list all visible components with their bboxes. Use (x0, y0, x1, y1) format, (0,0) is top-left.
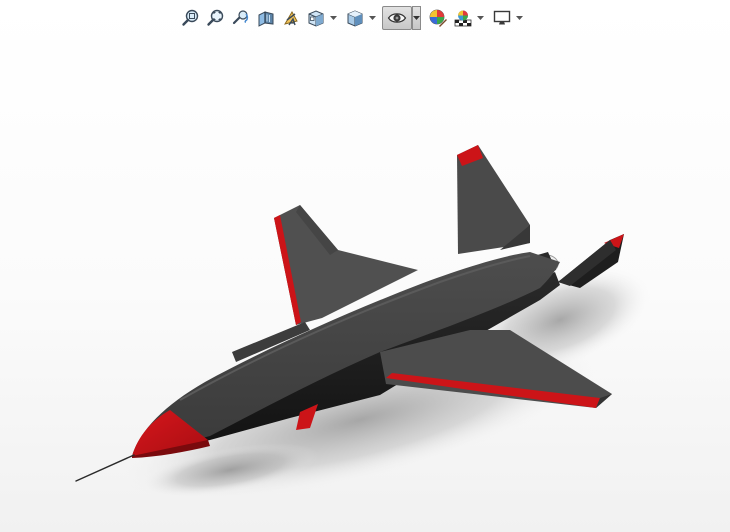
dynamic-annotation-icon (281, 8, 301, 28)
view-orientation-icon (306, 8, 326, 28)
graphics-area[interactable] (0, 36, 730, 532)
section-view-icon (256, 8, 276, 28)
view-orientation-dropdown[interactable] (329, 6, 338, 30)
edit-appearance-icon (428, 8, 448, 28)
display-style-button[interactable] (343, 6, 367, 30)
aircraft-model[interactable] (0, 36, 730, 532)
zoom-to-area-button[interactable] (204, 6, 228, 30)
chevron-down-icon (330, 15, 337, 20)
monitor-icon (492, 8, 512, 28)
display-style-icon (345, 8, 365, 28)
view-settings-dropdown[interactable] (515, 6, 524, 30)
chevron-down-icon (477, 15, 484, 20)
previous-view-button[interactable] (229, 6, 253, 30)
zoom-to-fit-button[interactable] (179, 6, 203, 30)
view-orientation-button[interactable] (304, 6, 328, 30)
hide-show-items-icon (387, 8, 407, 28)
apply-scene-icon (453, 8, 473, 28)
zoom-to-fit-icon (181, 8, 201, 28)
chevron-down-icon (413, 15, 420, 20)
vertical-fin-left (457, 145, 530, 254)
display-style-dropdown[interactable] (368, 6, 377, 30)
previous-view-icon (231, 8, 251, 28)
section-view-button[interactable] (254, 6, 278, 30)
heads-up-view-toolbar (179, 5, 529, 31)
zoom-to-area-icon (206, 8, 226, 28)
edit-appearance-button[interactable] (426, 6, 450, 30)
hide-show-items-button[interactable] (382, 6, 412, 30)
chevron-down-icon (516, 15, 523, 20)
chevron-down-icon (369, 15, 376, 20)
dynamic-annotation-button[interactable] (279, 6, 303, 30)
view-settings-button[interactable] (490, 6, 514, 30)
hide-show-items-dropdown[interactable] (412, 6, 421, 30)
apply-scene-button[interactable] (451, 6, 475, 30)
apply-scene-dropdown[interactable] (476, 6, 485, 30)
